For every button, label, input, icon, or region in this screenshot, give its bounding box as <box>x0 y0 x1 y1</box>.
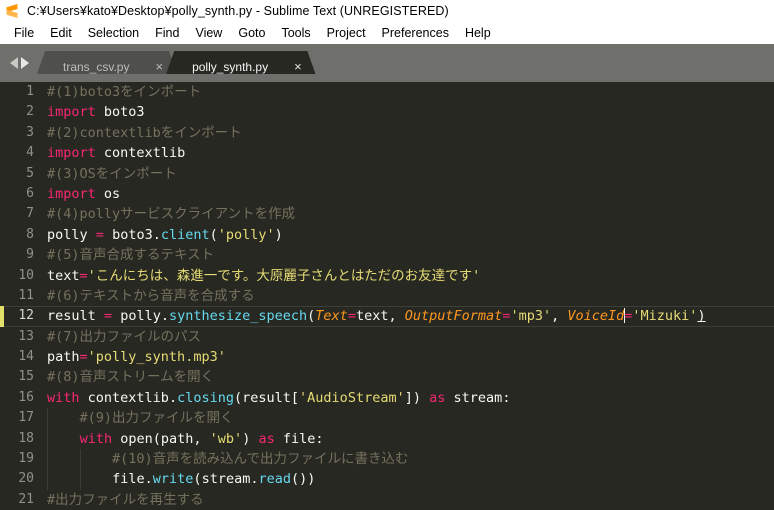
line-number: 10 <box>18 267 34 283</box>
menu-item-file[interactable]: File <box>6 24 42 43</box>
code-line[interactable]: 14 path='polly_synth.mp3' <box>0 347 774 367</box>
close-icon[interactable]: × <box>155 60 163 73</box>
code-text[interactable]: import boto3 <box>41 102 774 122</box>
code-lines[interactable]: 1 #(1)boto3をインポート 2 import boto3 3 #(2)contex… <box>0 82 774 510</box>
code-line[interactable]: 4 import contextlib <box>0 143 774 163</box>
menu-item-tools[interactable]: Tools <box>273 24 318 43</box>
menu-item-view[interactable]: View <box>187 24 230 43</box>
code-line[interactable]: 15 #(8)音声ストリームを開く <box>0 367 774 387</box>
code-text[interactable]: #(9)出力ファイルを開く <box>41 408 774 428</box>
line-number: 4 <box>26 145 34 161</box>
menu-item-selection[interactable]: Selection <box>80 24 147 43</box>
code-text[interactable]: #(4)pollyサービスクライアントを作成 <box>41 204 774 224</box>
code-line[interactable]: 1 #(1)boto3をインポート <box>0 82 774 102</box>
line-number: 16 <box>18 389 34 405</box>
code-line[interactable]: 13 #(7)出力ファイルのパス <box>0 327 774 347</box>
code-line[interactable]: 19 #(10)音声を読み込んで出力ファイルに書き込む <box>0 449 774 470</box>
line-number: 6 <box>26 185 34 201</box>
code-line[interactable]: 9 #(5)音声合成するテキスト <box>0 245 774 265</box>
line-number: 12 <box>18 308 34 324</box>
tab-bar: trans_csv.py × polly_synth.py × <box>0 44 774 82</box>
menu-item-goto[interactable]: Goto <box>230 24 273 43</box>
code-text[interactable]: result = polly.synthesize_speech(Text=te… <box>41 306 774 326</box>
code-line[interactable]: 16 with contextlib.closing(result['AudioS… <box>0 388 774 408</box>
code-text[interactable]: with open(path, 'wb') as file: <box>41 429 774 449</box>
code-text[interactable]: import os <box>41 184 774 204</box>
menu-item-edit[interactable]: Edit <box>42 24 80 43</box>
tab-label: polly_synth.py <box>192 59 269 74</box>
line-number: 11 <box>18 287 34 303</box>
code-text[interactable]: #(6)テキストから音声を合成する <box>41 286 774 306</box>
line-number: 2 <box>26 104 34 120</box>
code-line[interactable]: 21 #出力ファイルを再生する <box>0 490 774 510</box>
code-line[interactable]: 7 #(4)pollyサービスクライアントを作成 <box>0 204 774 224</box>
code-text[interactable]: #(5)音声合成するテキスト <box>41 245 774 265</box>
code-line[interactable]: 10 text='こんにちは、森進一です。大原麗子さんとはただのお友達です' <box>0 266 774 286</box>
menu-bar: File Edit Selection Find View Goto Tools… <box>0 22 774 44</box>
menu-item-help[interactable]: Help <box>457 24 499 43</box>
code-line[interactable]: 20 file.write(stream.read()) <box>0 469 774 490</box>
code-text[interactable]: file.write(stream.read()) <box>41 469 774 489</box>
code-text[interactable]: #(2)contextlibをインポート <box>41 123 774 143</box>
code-line[interactable]: 11 #(6)テキストから音声を合成する <box>0 286 774 306</box>
code-line[interactable]: 2 import boto3 <box>0 102 774 122</box>
code-line[interactable]: 5 #(3)OSをインポート <box>0 164 774 184</box>
code-line[interactable]: 8 polly = boto3.client('polly') <box>0 225 774 245</box>
line-number: 5 <box>26 165 34 181</box>
code-text[interactable]: #出力ファイルを再生する <box>41 490 774 510</box>
triangle-right-icon[interactable] <box>21 57 29 69</box>
code-text[interactable]: #(10)音声を読み込んで出力ファイルに書き込む <box>41 449 774 469</box>
code-line[interactable]: 12 result = polly.synthesize_speech(Text=… <box>0 306 774 327</box>
code-line[interactable]: 6 import os <box>0 184 774 204</box>
tab-polly-synth[interactable]: polly_synth.py × <box>166 51 316 82</box>
line-number: 13 <box>18 328 34 344</box>
line-number: 18 <box>18 430 34 446</box>
code-text[interactable]: text='こんにちは、森進一です。大原麗子さんとはただのお友達です' <box>41 266 774 286</box>
menu-item-preferences[interactable]: Preferences <box>374 24 457 43</box>
code-editor[interactable]: 1 #(1)boto3をインポート 2 import boto3 3 #(2)contex… <box>0 82 774 510</box>
menu-item-project[interactable]: Project <box>319 24 374 43</box>
sublime-text-icon <box>6 4 18 18</box>
sublime-text-window: C:¥Users¥kato¥Desktop¥polly_synth.py - S… <box>0 0 774 510</box>
line-number: 1 <box>26 84 34 99</box>
line-number: 9 <box>26 247 34 263</box>
code-text[interactable]: polly = boto3.client('polly') <box>41 225 774 245</box>
line-number: 19 <box>18 451 34 467</box>
code-text[interactable]: path='polly_synth.mp3' <box>41 347 774 367</box>
code-text[interactable]: #(8)音声ストリームを開く <box>41 367 774 387</box>
triangle-left-icon[interactable] <box>10 57 18 69</box>
line-number: 21 <box>18 491 34 507</box>
code-line[interactable]: 18 with open(path, 'wb') as file: <box>0 428 774 450</box>
title-bar: C:¥Users¥kato¥Desktop¥polly_synth.py - S… <box>0 0 774 22</box>
line-number: 15 <box>18 369 34 385</box>
active-line-marker <box>0 306 4 327</box>
code-text[interactable]: with contextlib.closing(result['AudioStr… <box>41 388 774 408</box>
line-number: 3 <box>26 124 34 140</box>
code-line[interactable]: 3 #(2)contextlibをインポート <box>0 123 774 143</box>
code-text[interactable]: #(7)出力ファイルのパス <box>41 327 774 347</box>
code-text[interactable]: import contextlib <box>41 143 774 163</box>
window-title: C:¥Users¥kato¥Desktop¥polly_synth.py - S… <box>27 4 449 18</box>
menu-item-find[interactable]: Find <box>147 24 187 43</box>
line-number: 7 <box>26 206 34 222</box>
tab-nav-arrows <box>0 44 37 82</box>
tab-label: trans_csv.py <box>63 59 130 74</box>
tab-trans-csv[interactable]: trans_csv.py × <box>37 51 177 82</box>
close-icon[interactable]: × <box>294 60 302 73</box>
line-number: 14 <box>18 349 34 365</box>
code-line[interactable]: 17 #(9)出力ファイルを開く <box>0 408 774 429</box>
line-number: 17 <box>18 410 34 426</box>
line-number: 8 <box>26 226 34 242</box>
code-text[interactable]: #(1)boto3をインポート <box>41 82 774 102</box>
line-number: 20 <box>18 471 34 487</box>
code-text[interactable]: #(3)OSをインポート <box>41 164 774 184</box>
